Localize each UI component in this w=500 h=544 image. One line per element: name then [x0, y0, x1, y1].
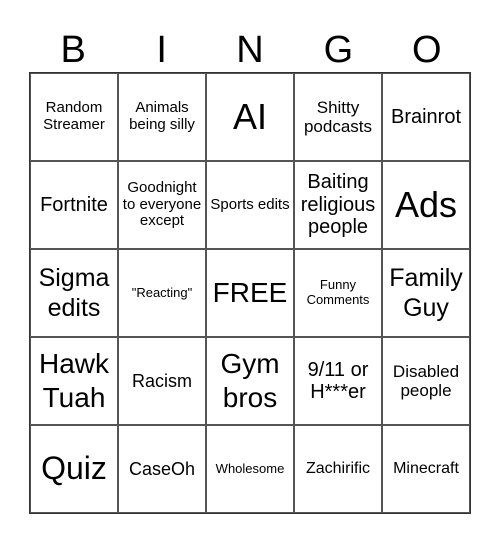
header-letter-i: I	[156, 29, 167, 71]
bingo-cell[interactable]: Wholesome	[206, 425, 294, 513]
bingo-cell[interactable]: Racism	[118, 337, 206, 425]
bingo-cell[interactable]: Animals being silly	[118, 73, 206, 161]
bingo-cell[interactable]: Family Guy	[382, 249, 470, 337]
bingo-cell[interactable]: Shitty podcasts	[294, 73, 382, 161]
bingo-cell[interactable]: Gym bros	[206, 337, 294, 425]
bingo-cell[interactable]: Funny Comments	[294, 249, 382, 337]
header-letter-n: N	[236, 29, 264, 71]
header-letter-o: O	[412, 29, 442, 71]
bingo-cell[interactable]: Baiting religious people	[294, 161, 382, 249]
header-letter-g: G	[323, 29, 354, 71]
bingo-cell[interactable]: "Reacting"	[118, 249, 206, 337]
bingo-cell[interactable]: Minecraft	[382, 425, 470, 513]
bingo-cell[interactable]: Hawk Tuah	[30, 337, 118, 425]
bingo-cell[interactable]: Disabled people	[382, 337, 470, 425]
bingo-cell[interactable]: Fortnite	[30, 161, 118, 249]
header-letter-b: B	[60, 29, 86, 71]
bingo-grid: Random Streamer Animals being silly AI S…	[29, 72, 471, 514]
bingo-cell[interactable]: Sports edits	[206, 161, 294, 249]
bingo-cell[interactable]: Goodnight to everyone except	[118, 161, 206, 249]
bingo-cell[interactable]: Ads	[382, 161, 470, 249]
bingo-cell[interactable]: Random Streamer	[30, 73, 118, 161]
free-space[interactable]: FREE	[206, 249, 294, 337]
bingo-cell[interactable]: Zachirific	[294, 425, 382, 513]
bingo-cell[interactable]: Quiz	[30, 425, 118, 513]
bingo-cell[interactable]: Brainrot	[382, 73, 470, 161]
bingo-cell[interactable]: AI	[206, 73, 294, 161]
bingo-cell[interactable]: 9/11 or H***er	[294, 337, 382, 425]
bingo-header: B I N G O	[29, 28, 471, 72]
bingo-cell[interactable]: CaseOh	[118, 425, 206, 513]
bingo-cell[interactable]: Sigma edits	[30, 249, 118, 337]
